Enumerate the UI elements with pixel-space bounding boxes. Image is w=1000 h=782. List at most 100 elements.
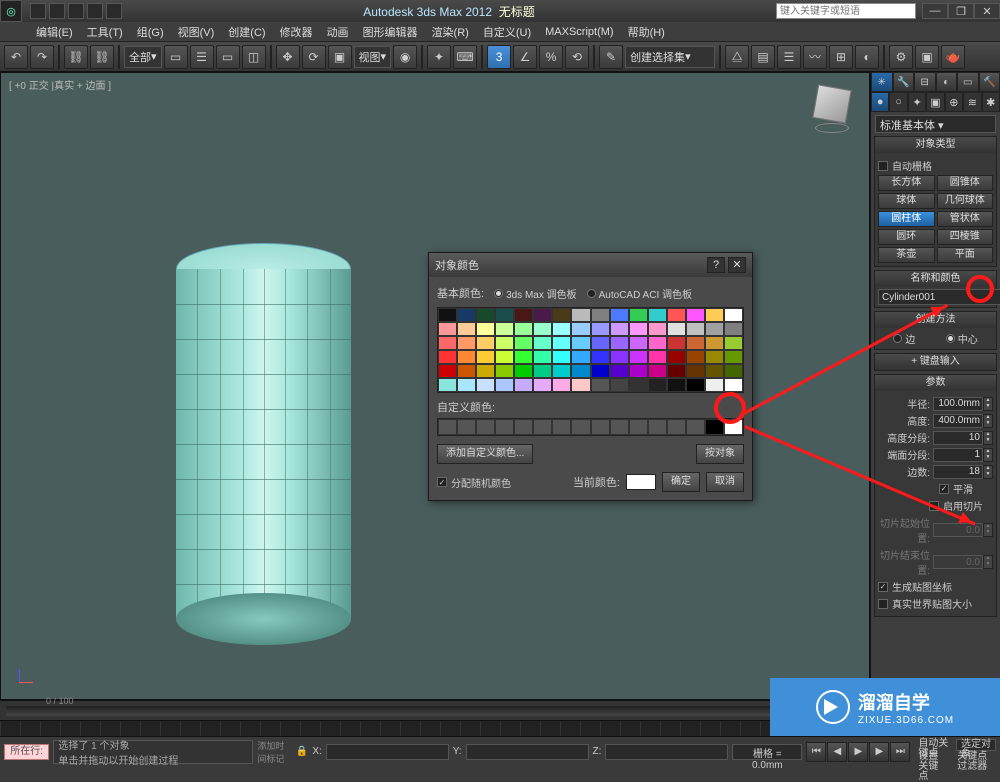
palette-swatch[interactable] (571, 308, 590, 322)
palette-swatch[interactable] (476, 350, 495, 364)
palette-swatch[interactable] (552, 322, 571, 336)
obj-torus[interactable]: 圆环 (878, 229, 935, 245)
palette-swatch[interactable] (629, 308, 648, 322)
link-button[interactable]: ⛓ (64, 45, 88, 69)
by-object-button[interactable]: 按对象 (696, 444, 744, 464)
palette-swatch[interactable] (705, 350, 724, 364)
qat-save[interactable] (68, 3, 84, 19)
selection-filter[interactable]: 全部 ▾ (124, 46, 162, 68)
align-button[interactable]: ▤ (751, 45, 775, 69)
cylinder-object[interactable] (176, 243, 351, 633)
obj-box[interactable]: 长方体 (878, 175, 935, 191)
palette-swatch[interactable] (686, 378, 705, 392)
render-frame-button[interactable]: ▣ (915, 45, 939, 69)
palette-swatch[interactable] (533, 308, 552, 322)
tab-modify[interactable]: 🔧 (893, 72, 915, 92)
obj-tube[interactable]: 管状体 (937, 211, 994, 227)
custom-color-slot[interactable] (648, 419, 667, 435)
menu-customize[interactable]: 自定义(U) (477, 22, 537, 42)
window-crossing-button[interactable]: ◫ (242, 45, 266, 69)
cat-cameras[interactable]: ▣ (926, 92, 944, 112)
rollout-create-method[interactable]: 创建方法 (875, 312, 996, 328)
play-button[interactable]: ▶ (848, 742, 868, 762)
obj-geosphere[interactable]: 几何球体 (937, 193, 994, 209)
rollout-object-type[interactable]: 对象类型 (875, 137, 996, 153)
palette-swatch[interactable] (610, 364, 629, 378)
palette-swatch[interactable] (610, 336, 629, 350)
palette-swatch[interactable] (438, 364, 457, 378)
palette-swatch[interactable] (552, 308, 571, 322)
primitive-category-dropdown[interactable]: 标准基本体 ▾ (875, 115, 996, 133)
palette-swatch[interactable] (457, 350, 476, 364)
palette-swatch[interactable] (667, 378, 686, 392)
menu-view[interactable]: 视图(V) (172, 22, 221, 42)
palette-swatch[interactable] (495, 322, 514, 336)
palette-swatch[interactable] (705, 336, 724, 350)
obj-sphere[interactable]: 球体 (878, 193, 935, 209)
palette-swatch[interactable] (533, 350, 552, 364)
menu-modifiers[interactable]: 修改器 (274, 22, 319, 42)
palette-swatch[interactable] (533, 364, 552, 378)
ok-button[interactable]: 确定 (662, 472, 700, 492)
undo-button[interactable]: ↶ (4, 45, 28, 69)
palette-swatch[interactable] (552, 350, 571, 364)
height-spinner[interactable]: ▲▼ (983, 414, 993, 428)
palette-swatch[interactable] (610, 322, 629, 336)
maximize-button[interactable]: ❐ (948, 3, 974, 19)
cat-systems[interactable]: ✱ (982, 92, 1000, 112)
palette-swatch[interactable] (667, 308, 686, 322)
palette-swatch[interactable] (571, 322, 590, 336)
menu-maxscript[interactable]: MAXScript(M) (539, 24, 619, 40)
custom-color-slot[interactable] (610, 419, 629, 435)
sides-input[interactable] (933, 465, 983, 479)
percent-snap[interactable]: % (539, 45, 563, 69)
radius-input[interactable] (933, 397, 983, 411)
keyfilter-button[interactable]: 关键点过滤器 (953, 752, 996, 764)
palette-swatch[interactable] (571, 350, 590, 364)
custom-color-slot[interactable] (514, 419, 533, 435)
coord-x-input[interactable] (326, 744, 449, 760)
lock-icon[interactable]: 🔒 (296, 746, 308, 757)
palette-swatch[interactable] (438, 322, 457, 336)
add-custom-color-button[interactable]: 添加自定义颜色... (437, 444, 533, 464)
radio-edge[interactable] (893, 334, 902, 343)
palette-swatch[interactable] (724, 336, 743, 350)
palette-swatch[interactable] (629, 350, 648, 364)
obj-plane[interactable]: 平面 (937, 247, 994, 263)
palette-swatch[interactable] (686, 322, 705, 336)
palette-swatch[interactable] (648, 308, 667, 322)
custom-color-slot[interactable] (571, 419, 590, 435)
palette-swatch[interactable] (667, 336, 686, 350)
menu-animation[interactable]: 动画 (321, 22, 355, 42)
smooth-checkbox[interactable]: ✓ (939, 484, 949, 494)
palette-swatch[interactable] (686, 336, 705, 350)
palette-swatch[interactable] (724, 364, 743, 378)
palette-swatch[interactable] (591, 322, 610, 336)
palette-swatch[interactable] (514, 308, 533, 322)
obj-cone[interactable]: 圆锥体 (937, 175, 994, 191)
palette-swatch[interactable] (686, 350, 705, 364)
palette-swatch[interactable] (495, 308, 514, 322)
custom-color-slot[interactable] (533, 419, 552, 435)
palette-swatch[interactable] (438, 308, 457, 322)
palette-swatch[interactable] (457, 364, 476, 378)
custom-color-slot[interactable] (667, 419, 686, 435)
viewcube[interactable] (809, 83, 855, 129)
palette-swatch[interactable] (495, 364, 514, 378)
palette-swatch[interactable] (457, 322, 476, 336)
material-editor-button[interactable]: ◐ (855, 45, 879, 69)
cat-lights[interactable]: ✦ (908, 92, 926, 112)
selkey-dropdown[interactable]: 选定对象 (956, 739, 996, 751)
render-button[interactable]: 🫖 (941, 45, 965, 69)
mirror-button[interactable]: ⧋ (725, 45, 749, 69)
palette-swatch[interactable] (705, 364, 724, 378)
palette-swatch[interactable] (591, 308, 610, 322)
palette-swatch[interactable] (476, 364, 495, 378)
track-bar[interactable] (0, 720, 870, 736)
current-color-swatch[interactable] (626, 474, 656, 490)
cseg-input[interactable] (933, 448, 983, 462)
timetag-hint[interactable]: 添加时间标记 (257, 739, 291, 765)
render-setup-button[interactable]: ⚙ (889, 45, 913, 69)
radio-center[interactable] (946, 334, 955, 343)
palette-swatch[interactable] (667, 350, 686, 364)
